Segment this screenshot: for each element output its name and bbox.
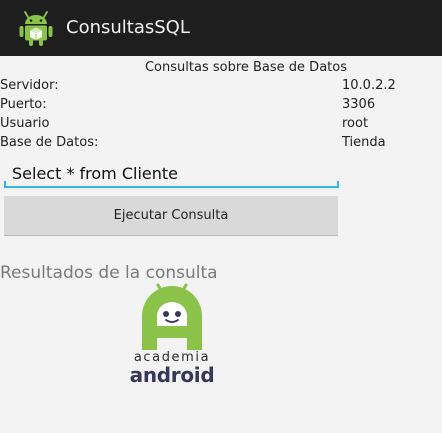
user-label: Usuario [0, 116, 50, 131]
android-app-icon[interactable] [16, 8, 56, 48]
port-row: Puerto: 3306 [0, 97, 442, 116]
database-label: Base de Datos: [0, 135, 99, 150]
database-value: Tienda [342, 135, 386, 150]
server-value: 10.0.2.2 [342, 78, 396, 93]
user-row: Usuario root [0, 116, 442, 135]
server-label: Servidor: [0, 78, 59, 93]
form-heading: Consultas sobre Base de Datos [144, 60, 347, 75]
execute-query-button[interactable]: Ejecutar Consulta [4, 196, 338, 236]
android-a-logo-icon [142, 283, 202, 350]
user-value: root [342, 116, 369, 131]
query-input-edge-right [337, 181, 339, 188]
logo-text-android: android [129, 363, 215, 387]
academia-android-logo: academia android [124, 282, 220, 390]
server-row: Servidor: 10.0.2.2 [0, 78, 442, 97]
app-title: ConsultasSQL [66, 17, 190, 38]
database-row: Base de Datos: Tienda [0, 135, 442, 154]
query-input[interactable] [4, 160, 339, 188]
port-label: Puerto: [0, 97, 47, 112]
query-input-edge-left [4, 181, 6, 188]
results-title: Resultados de la consulta [0, 263, 218, 283]
port-value: 3306 [342, 97, 376, 112]
action-bar: ConsultasSQL [0, 0, 442, 56]
